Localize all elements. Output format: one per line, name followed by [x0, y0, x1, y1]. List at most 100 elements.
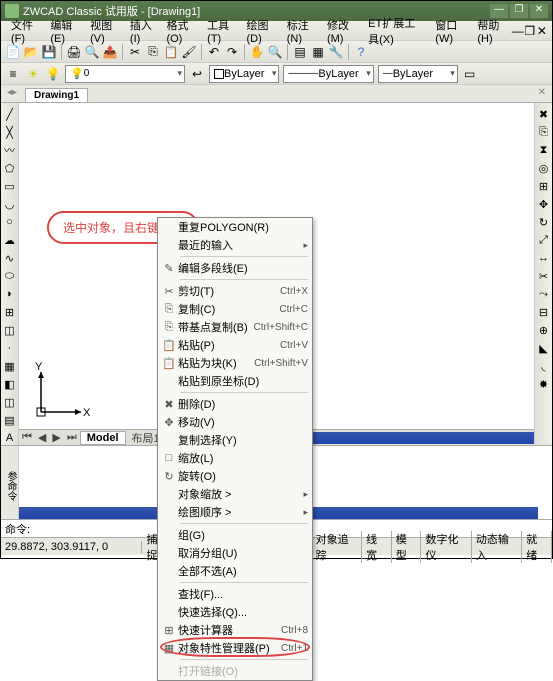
ctx-item-0[interactable]: 重复POLYGON(R) — [158, 218, 312, 236]
table-icon[interactable]: ▤ — [3, 413, 17, 427]
pline-icon[interactable]: 〰 — [3, 143, 17, 157]
child-min-icon[interactable]: — — [512, 23, 524, 39]
menu-insert[interactable]: 插入(I) — [124, 15, 161, 47]
rotate-icon[interactable]: ↻ — [537, 215, 551, 229]
explode-icon[interactable]: ✸ — [537, 377, 551, 391]
ctx-item-15[interactable]: □缩放(L) — [158, 449, 312, 467]
ctx-item-26[interactable]: ⊞快速计算器Ctrl+8 — [158, 621, 312, 639]
circle-icon[interactable]: ○ — [3, 215, 17, 229]
ctx-item-9[interactable]: 📋粘贴为块(K)Ctrl+Shift+V — [158, 354, 312, 372]
offset-icon[interactable]: ◎ — [537, 161, 551, 175]
rect-icon[interactable]: ▭ — [3, 179, 17, 193]
linetype-combo[interactable]: ——— ByLayer — [283, 65, 373, 83]
ellipse-icon[interactable]: ⬭ — [3, 269, 17, 283]
join-icon[interactable]: ⊕ — [537, 323, 551, 337]
ctx-item-17[interactable]: 对象缩放 >▸ — [158, 485, 312, 503]
plot-style-icon[interactable]: ▭ — [462, 66, 478, 82]
tab-next-icon[interactable]: ▶ — [49, 431, 63, 444]
tablet-toggle[interactable]: 数字化仪 — [421, 531, 471, 563]
ctx-item-24[interactable]: 查找(F)... — [158, 585, 312, 603]
dyn-toggle[interactable]: 动态输入 — [472, 531, 522, 563]
print-icon[interactable]: 🖨 — [66, 44, 82, 60]
otrack-toggle[interactable]: 对象追踪 — [312, 531, 362, 563]
freeze-icon[interactable]: ☀ — [25, 66, 41, 82]
mtext-icon[interactable]: A — [3, 431, 17, 445]
menu-format[interactable]: 格式(O) — [160, 15, 201, 47]
tab-last-icon[interactable]: ⏭ — [64, 431, 80, 444]
menu-tools[interactable]: 工具(T) — [201, 15, 240, 47]
menu-file[interactable]: 文件(F) — [5, 15, 44, 47]
erase-icon[interactable]: ✖ — [537, 107, 551, 121]
help-icon[interactable]: ? — [353, 44, 369, 60]
gradient-icon[interactable]: ◧ — [3, 377, 17, 391]
spline-icon[interactable]: ∿ — [3, 251, 17, 265]
region-icon[interactable]: ◫ — [3, 395, 17, 409]
bulb-icon[interactable]: 💡 — [45, 66, 61, 82]
ctx-item-25[interactable]: 快速选择(Q)... — [158, 603, 312, 621]
ctx-item-18[interactable]: 绘图顺序 >▸ — [158, 503, 312, 521]
undo-icon[interactable]: ↶ — [206, 44, 222, 60]
pan-icon[interactable]: ✋ — [249, 44, 265, 60]
tool-icon[interactable]: 🔧 — [328, 44, 344, 60]
ctx-item-14[interactable]: 复制选择(Y) — [158, 431, 312, 449]
menu-help[interactable]: 帮助(H) — [471, 15, 511, 47]
menu-dim[interactable]: 标注(N) — [281, 15, 321, 47]
tab-prev2-icon[interactable]: ◀ — [35, 431, 49, 444]
preview-icon[interactable]: 🔍 — [84, 44, 100, 60]
child-close-icon[interactable]: ✕ — [536, 23, 548, 39]
line-icon[interactable]: ╱ — [3, 107, 17, 121]
ctx-item-21[interactable]: 取消分组(U) — [158, 544, 312, 562]
ctx-item-13[interactable]: ✥移动(V) — [158, 413, 312, 431]
open-icon[interactable]: 📂 — [23, 44, 39, 60]
close-button[interactable]: ✕ — [530, 4, 548, 18]
layer-combo[interactable]: 💡 0 — [65, 65, 185, 83]
tab-first-icon[interactable]: ⏮ — [19, 431, 35, 444]
model-toggle[interactable]: 模型 — [392, 531, 422, 563]
ctx-item-16[interactable]: ↻旋转(O) — [158, 467, 312, 485]
ctx-item-7[interactable]: ⎘带基点复制(B)Ctrl+Shift+C — [158, 318, 312, 336]
tab-prev-icon[interactable]: ◂▸ — [7, 87, 17, 98]
menu-window[interactable]: 窗口(W) — [429, 15, 471, 47]
save-icon[interactable]: 💾 — [41, 44, 57, 60]
ctx-item-1[interactable]: 最近的输入▸ — [158, 236, 312, 254]
props-icon[interactable]: ▤ — [292, 44, 308, 60]
doc-tab[interactable]: Drawing1 — [25, 88, 88, 102]
ctx-item-27[interactable]: ▦对象特性管理器(P)Ctrl+1 — [158, 639, 312, 657]
scale-icon[interactable]: ⤢ — [537, 233, 551, 247]
ellipsearc-icon[interactable]: ◗ — [3, 287, 17, 301]
ctx-item-20[interactable]: 组(G) — [158, 526, 312, 544]
arc-icon[interactable]: ◡ — [3, 197, 17, 211]
move-icon[interactable]: ✥ — [537, 197, 551, 211]
point-icon[interactable]: · — [3, 341, 17, 355]
dc-icon[interactable]: ▦ — [310, 44, 326, 60]
ctx-item-5[interactable]: ✂剪切(T)Ctrl+X — [158, 282, 312, 300]
cut-icon[interactable]: ✂ — [127, 44, 143, 60]
ctx-item-10[interactable]: 粘贴到原坐标(D) — [158, 372, 312, 390]
trim-icon[interactable]: ✂ — [537, 269, 551, 283]
match-icon[interactable]: 🖌 — [181, 44, 197, 60]
polygon-icon[interactable]: ⬠ — [3, 161, 17, 175]
mirror-icon[interactable]: ⧗ — [537, 143, 551, 157]
copy-icon[interactable]: ⎘ — [145, 44, 161, 60]
menu-view[interactable]: 视图(V) — [84, 15, 124, 47]
publish-icon[interactable]: 📤 — [102, 44, 118, 60]
ctx-item-6[interactable]: ⎘复制(C)Ctrl+C — [158, 300, 312, 318]
stretch-icon[interactable]: ↔ — [537, 251, 551, 265]
copy2-icon[interactable]: ⎘ — [537, 125, 551, 139]
zoom-icon[interactable]: 🔍 — [267, 44, 283, 60]
menu-edit[interactable]: 编辑(E) — [44, 15, 84, 47]
layerprev-icon[interactable]: ↩ — [189, 66, 205, 82]
chamfer-icon[interactable]: ◣ — [537, 341, 551, 355]
revcloud-icon[interactable]: ☁ — [3, 233, 17, 247]
maximize-button[interactable]: ❐ — [510, 4, 528, 18]
paste-icon[interactable]: 📋 — [163, 44, 179, 60]
break-icon[interactable]: ⊟ — [537, 305, 551, 319]
tab-close-icon[interactable]: ✕ — [538, 87, 546, 98]
new-icon[interactable]: 📄 — [5, 44, 21, 60]
hatch-icon[interactable]: ▦ — [3, 359, 17, 373]
insert-icon[interactable]: ⊞ — [3, 305, 17, 319]
lwt-toggle[interactable]: 线宽 — [362, 531, 392, 563]
ctx-item-3[interactable]: ✎编辑多段线(E) — [158, 259, 312, 277]
lineweight-combo[interactable]: — ByLayer — [378, 65, 458, 83]
extend-icon[interactable]: ⤳ — [537, 287, 551, 301]
